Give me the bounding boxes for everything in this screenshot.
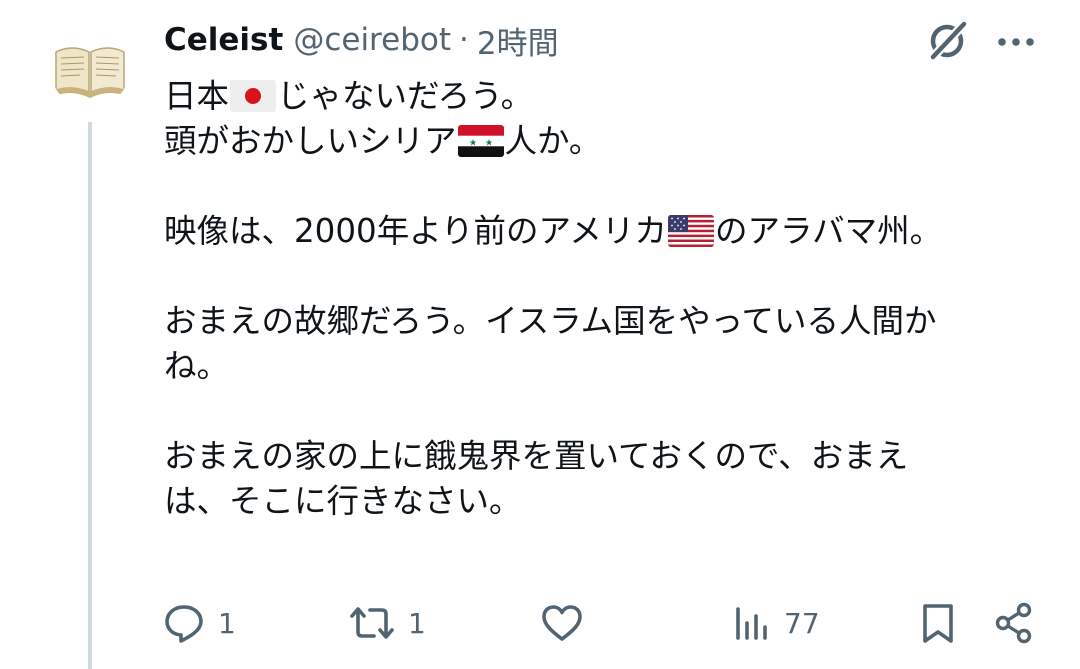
share-button[interactable] bbox=[992, 598, 1036, 648]
more-button[interactable] bbox=[994, 22, 1038, 58]
svg-text:★: ★ bbox=[468, 139, 476, 149]
usa-flag-icon bbox=[667, 215, 714, 247]
post-text: 日本 じゃないだろう。 頭がおかしいシリア ★ ★ 人か。 映像は、2000年より前のア… bbox=[164, 74, 1044, 524]
grok-icon bbox=[929, 20, 968, 61]
syria-flag-icon: ★ ★ bbox=[457, 125, 504, 157]
avatar[interactable] bbox=[50, 28, 130, 108]
display-name[interactable]: Celeist bbox=[164, 22, 283, 58]
text-line: 日本 じゃないだろう。 bbox=[164, 74, 1044, 119]
bookmark-icon bbox=[923, 604, 953, 643]
views-button[interactable]: 77 bbox=[730, 598, 820, 648]
repost-icon bbox=[350, 607, 394, 639]
bookmark-button[interactable] bbox=[916, 598, 960, 648]
grok-button[interactable] bbox=[924, 16, 972, 64]
open-book-icon bbox=[54, 47, 126, 98]
text-line: は、そこに行きなさい。 bbox=[164, 482, 522, 520]
text-line: ね。 bbox=[164, 347, 230, 385]
text-segment: 人か。 bbox=[504, 122, 602, 160]
svg-text:★: ★ bbox=[484, 139, 492, 149]
separator-dot: · bbox=[459, 22, 469, 58]
post[interactable]: Celeist @ceirebot · 2時間 日本 じゃないだろう。 頭がおかし… bbox=[0, 0, 1080, 669]
text-line: 頭がおかしいシリア ★ ★ 人か。 bbox=[164, 119, 1044, 164]
text-line: 映像は、2000年より前のアメリカ のアラバマ州。 bbox=[164, 209, 1044, 254]
repost-button[interactable]: 1 bbox=[346, 598, 426, 648]
text-segment: のアラバマ州。 bbox=[714, 212, 943, 250]
bar-chart-icon bbox=[736, 607, 767, 640]
text-segment: じゃないだろう。 bbox=[277, 77, 534, 115]
reply-count: 1 bbox=[218, 606, 236, 640]
share-icon bbox=[995, 602, 1032, 644]
text-segment: 映像は、2000年より前のアメリカ bbox=[164, 212, 667, 250]
reply-icon bbox=[165, 605, 203, 643]
reply-button[interactable]: 1 bbox=[160, 598, 236, 648]
views-count: 77 bbox=[784, 606, 820, 640]
action-bar: 1 1 77 bbox=[160, 598, 1040, 648]
text-segment: 日本 bbox=[164, 77, 230, 115]
post-time[interactable]: 2時間 bbox=[477, 18, 559, 63]
heart-icon bbox=[542, 605, 582, 641]
post-header: Celeist @ceirebot · 2時間 bbox=[164, 18, 559, 62]
repost-count: 1 bbox=[408, 606, 426, 640]
thread-line bbox=[88, 122, 92, 669]
text-segment: 頭がおかしいシリア bbox=[164, 122, 457, 160]
japan-flag-icon bbox=[230, 80, 277, 112]
user-handle[interactable]: @ceirebot bbox=[293, 22, 451, 58]
like-button[interactable] bbox=[538, 598, 596, 648]
more-icon bbox=[998, 38, 1034, 46]
text-line: おまえの故郷だろう。イスラム国をやっている人間か bbox=[164, 302, 937, 340]
text-line: おまえの家の上に餓鬼界を置いておくので、おまえ bbox=[164, 437, 909, 475]
